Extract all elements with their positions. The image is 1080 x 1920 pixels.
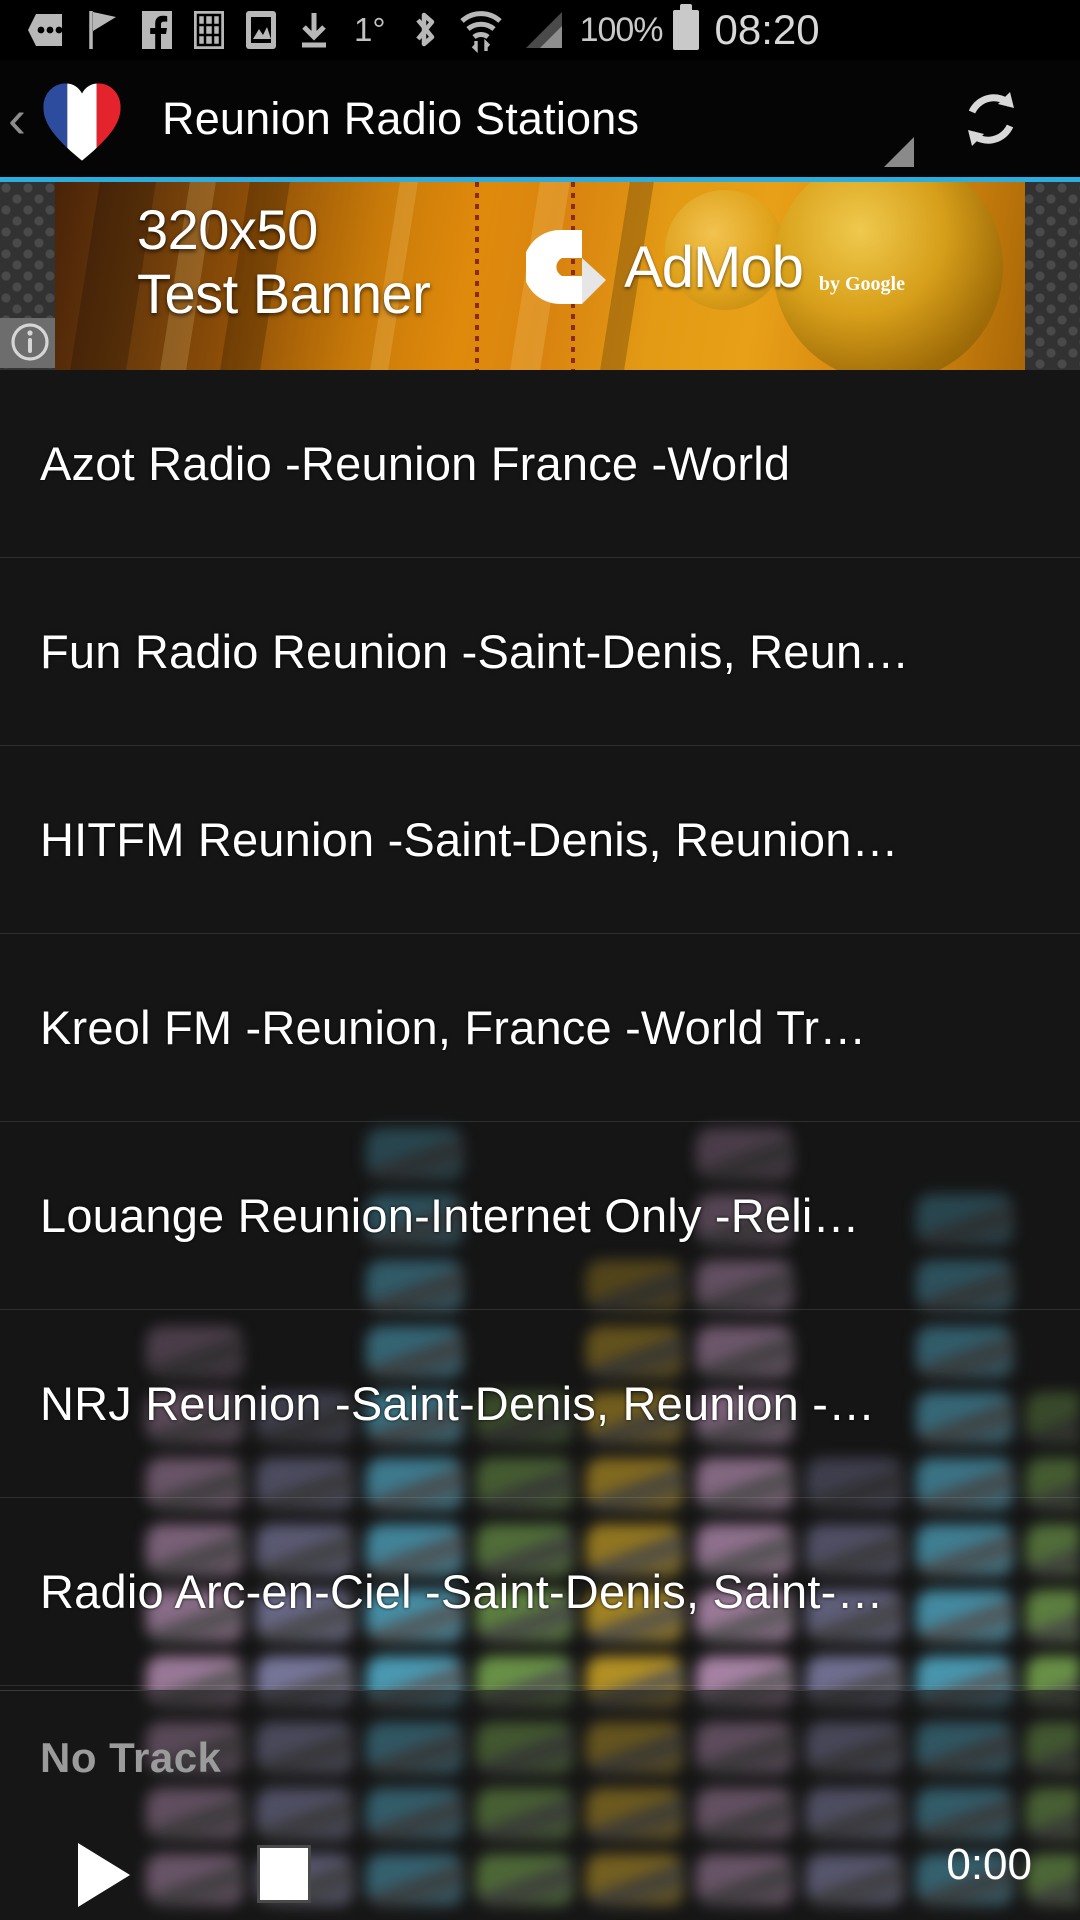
battery-icon (672, 4, 699, 50)
cell-signal-icon (522, 8, 566, 52)
battery-percent-label: 100% (579, 10, 664, 49)
stop-icon[interactable] (257, 1845, 311, 1903)
admob-mark-icon (523, 224, 612, 310)
app-screen: 1° 100% 08:20 ‹ Reunion Radio Stations 3… (0, 0, 1080, 1920)
station-list[interactable]: Azot Radio -Reunion France -World Fun Ra… (0, 370, 1080, 1690)
status-clock: 08:20 (714, 6, 820, 53)
list-item[interactable]: Kreol FM -Reunion, France -World Tr… (0, 934, 1080, 1122)
resize-corner-icon (884, 137, 914, 167)
station-name: Fun Radio Reunion -Saint-Denis, Reun… (40, 625, 910, 678)
station-name: Louange Reunion-Internet Only -Reli… (40, 1189, 860, 1242)
page-title: Reunion Radio Stations (162, 92, 640, 144)
ad-size-label: 320x50 Test Banner (137, 198, 431, 325)
screenshot-icon (244, 9, 278, 51)
station-name: Kreol FM -Reunion, France -World Tr… (40, 1001, 867, 1054)
list-item[interactable]: Fun Radio Reunion -Saint-Denis, Reun… (0, 558, 1080, 746)
download-icon (296, 9, 332, 51)
temperature-label: 1° (354, 11, 386, 48)
admob-logo: AdMob by Google (523, 224, 905, 310)
elapsed-time-label: 0:00 (946, 1840, 1032, 1889)
player-divider (0, 1690, 1080, 1691)
french-flag-heart-icon (36, 76, 128, 168)
bluetooth-icon (408, 7, 440, 53)
list-item[interactable]: HITFM Reunion -Saint-Denis, Reunion… (0, 746, 1080, 934)
play-icon[interactable] (78, 1843, 130, 1907)
station-name: HITFM Reunion -Saint-Denis, Reunion… (40, 813, 899, 866)
flag-icon (86, 9, 122, 51)
status-bar: 1° 100% 08:20 (0, 0, 1080, 60)
ad-banner[interactable]: 320x50 Test Banner AdMob by Google (0, 182, 1080, 370)
list-item[interactable]: Azot Radio -Reunion France -World (0, 370, 1080, 558)
list-item[interactable]: Louange Reunion-Internet Only -Reli… (0, 1122, 1080, 1310)
station-name: NRJ Reunion -Saint-Denis, Reunion -… (40, 1377, 876, 1430)
info-icon[interactable] (8, 320, 52, 364)
ad-creative: 320x50 Test Banner AdMob by Google (55, 182, 1025, 370)
list-item[interactable]: Radio Arc-en-Ciel -Saint-Denis, Saint-… (0, 1498, 1080, 1686)
list-item[interactable]: NRJ Reunion -Saint-Denis, Reunion -… (0, 1310, 1080, 1498)
wifi-icon (458, 7, 504, 53)
refresh-icon[interactable] (954, 82, 1028, 156)
admob-wordmark: AdMob (624, 234, 804, 300)
app-bar: ‹ Reunion Radio Stations (0, 60, 1080, 177)
calendar-grid-icon (192, 9, 226, 51)
player-bar: No Track 0:00 (0, 1690, 1080, 1920)
now-playing-label: No Track (40, 1734, 222, 1781)
station-name: Radio Arc-en-Ciel -Saint-Denis, Saint-… (40, 1565, 884, 1618)
admob-by-google-label: by Google (818, 273, 905, 295)
facebook-icon (140, 9, 174, 51)
more-dots-icon (22, 10, 68, 50)
station-name: Azot Radio -Reunion France -World (40, 437, 791, 490)
